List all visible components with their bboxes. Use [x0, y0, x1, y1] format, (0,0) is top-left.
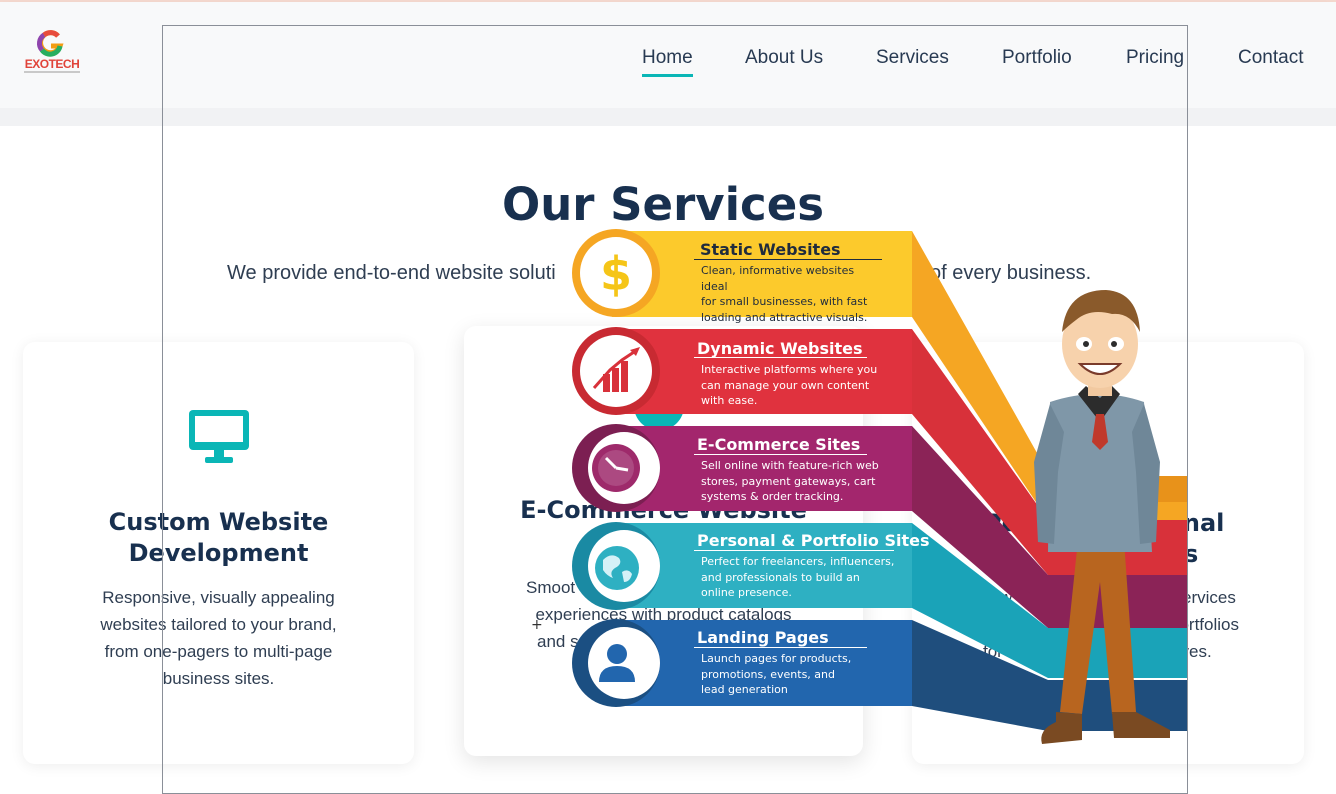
info-text-line: online presence.	[701, 586, 792, 599]
info-divider	[694, 647, 867, 648]
cartoon-businessman-illustration	[1034, 290, 1170, 744]
dollar-icon: $	[600, 247, 632, 301]
info-text-static: Clean, informative websites ideal for sm…	[701, 263, 883, 325]
info-text-landing: Launch pages for products, promotions, e…	[701, 651, 871, 698]
left-pupil	[1083, 341, 1089, 347]
info-text-line: promotions, events, and	[701, 667, 835, 681]
info-text-ecommerce: Sell online with feature-rich web stores…	[701, 458, 883, 505]
info-text-personal: Perfect for freelancers, influencers, an…	[701, 554, 897, 601]
info-title-ecommerce: E-Commerce Sites	[697, 435, 861, 454]
info-divider	[694, 357, 867, 358]
info-divider	[694, 550, 894, 551]
right-pupil	[1111, 341, 1117, 347]
info-text-line: stores, payment gateways, cart	[701, 474, 876, 488]
info-text-line: lead generation	[701, 683, 788, 696]
info-title-static: Static Websites	[700, 240, 841, 259]
info-text-line: can manage your own content	[701, 378, 870, 392]
info-divider	[694, 259, 882, 260]
trousers	[1060, 540, 1136, 714]
info-text-line: Sell online with feature-rich web	[701, 459, 879, 472]
clock-icon	[592, 444, 640, 492]
info-text-line: systems & order tracking.	[701, 490, 844, 503]
info-title-landing: Landing Pages	[697, 628, 829, 647]
info-text-line: Interactive platforms where you	[701, 363, 878, 376]
info-divider	[694, 454, 867, 455]
left-shoe	[1041, 712, 1082, 744]
info-title-personal: Personal & Portfolio Sites	[697, 531, 930, 550]
info-text-line: and professionals to build an	[701, 570, 860, 584]
info-text-dynamic: Interactive platforms where you can mana…	[701, 362, 883, 409]
globe-icon	[595, 546, 639, 590]
info-text-line: with ease.	[701, 394, 758, 407]
info-title-dynamic: Dynamic Websites	[697, 339, 863, 358]
right-shoe	[1112, 712, 1170, 738]
cursor-crosshair-icon: +	[531, 617, 543, 633]
info-text-line: loading and attractive visuals.	[701, 310, 868, 324]
circle-landing-inner	[588, 627, 660, 699]
page: EXOTECH Home About Us Services Portfolio…	[0, 0, 1336, 794]
info-text-line: Launch pages for products,	[701, 652, 852, 665]
info-text-line: Clean, informative websites ideal	[701, 264, 855, 293]
info-text-line: for small businesses, with fast	[701, 295, 868, 308]
info-text-line: Perfect for freelancers, influencers,	[701, 555, 895, 568]
